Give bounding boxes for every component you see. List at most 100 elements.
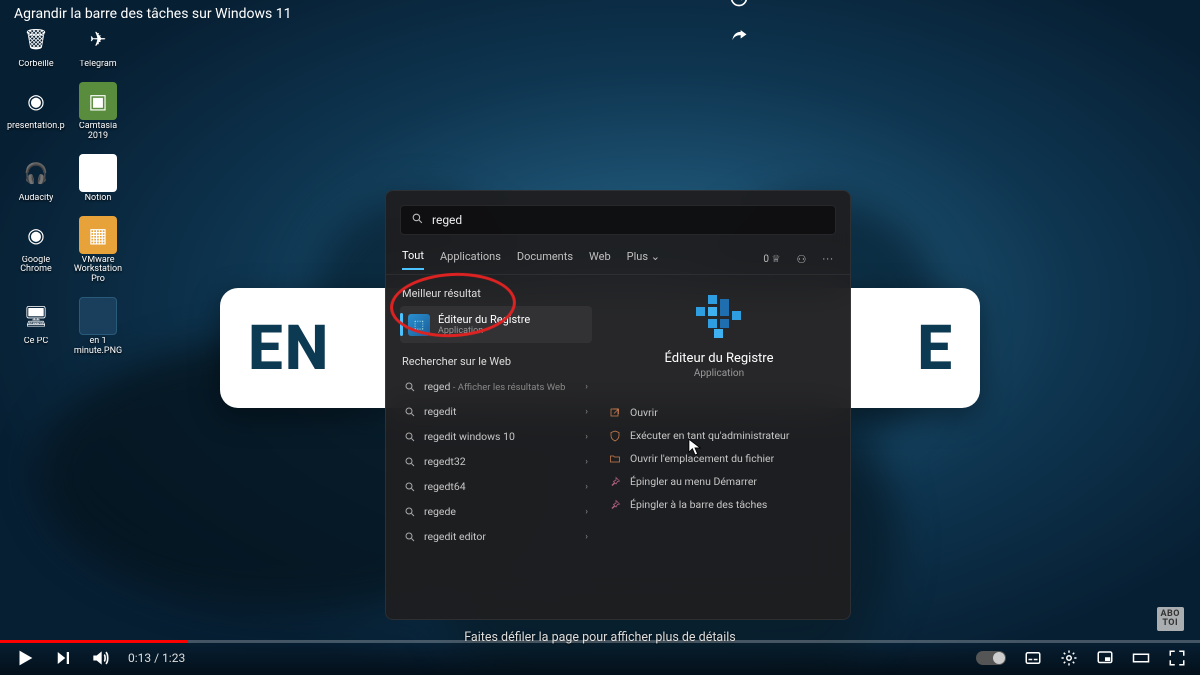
- chevron-right-icon: ›: [585, 507, 588, 517]
- search-icon: [404, 431, 416, 443]
- search-icon: [404, 381, 416, 393]
- watch-later-icon[interactable]: [729, 0, 749, 8]
- desktop-icon[interactable]: ◉Google Chrome: [6, 216, 66, 286]
- desktop-icon[interactable]: ◉presentation.pdf: [6, 82, 66, 142]
- best-result-item[interactable]: ⬚ Éditeur du Registre Application: [400, 306, 592, 343]
- result-detail-pane: Éditeur du Registre Application Ouvrir Ex…: [602, 285, 836, 601]
- banner-right-text: E: [917, 312, 952, 385]
- detail-app-name: Éditeur du Registre: [665, 351, 774, 366]
- web-result-row[interactable]: regede ›: [400, 499, 592, 524]
- subtitles-button[interactable]: [1024, 649, 1042, 667]
- open-icon: [608, 406, 621, 419]
- web-result-text: regedit windows 10: [424, 430, 577, 443]
- web-result-row[interactable]: regedit ›: [400, 399, 592, 424]
- search-icon: [411, 212, 424, 228]
- search-icon: [404, 506, 416, 518]
- app-icon: N: [79, 154, 117, 192]
- tab-web[interactable]: Web: [589, 250, 611, 269]
- web-result-text: reged - Afficher les résultats Web: [424, 380, 577, 393]
- banner-left-text: EN: [248, 312, 330, 385]
- desktop-icon[interactable]: en 1 minute.PNG: [68, 297, 128, 357]
- tab-applications[interactable]: Applications: [440, 250, 501, 269]
- web-result-row[interactable]: regedt32 ›: [400, 449, 592, 474]
- shield-icon: [608, 429, 621, 442]
- pin-icon: [608, 498, 621, 511]
- volume-button[interactable]: [90, 648, 110, 668]
- chevron-right-icon: ›: [585, 407, 588, 417]
- registry-editor-icon: ⬚: [408, 314, 430, 336]
- chevron-right-icon: ›: [585, 432, 588, 442]
- tab-tout[interactable]: Tout: [402, 249, 424, 270]
- settings-button[interactable]: [1060, 649, 1078, 667]
- web-results-header: Rechercher sur le Web: [402, 355, 592, 368]
- icon-label: en 1 minute.PNG: [69, 337, 127, 357]
- detail-action-row[interactable]: Exécuter en tant qu'administrateur: [606, 424, 836, 447]
- next-button[interactable]: [54, 649, 72, 667]
- app-icon: 🖥: [17, 297, 55, 335]
- detail-app-type: Application: [694, 368, 744, 379]
- start-search-panel: Tout Applications Documents Web Plus ⌄ 0…: [385, 190, 851, 620]
- pin-icon: [608, 475, 621, 488]
- search-tabs: Tout Applications Documents Web Plus ⌄ 0…: [386, 245, 850, 275]
- fullscreen-button[interactable]: [1168, 649, 1186, 667]
- app-icon: ▣: [79, 82, 117, 120]
- action-label: Ouvrir l'emplacement du fichier: [630, 452, 774, 465]
- desktop-icon[interactable]: 🎧 Audacity: [6, 154, 66, 204]
- miniplayer-button[interactable]: [1096, 649, 1114, 667]
- share-icon[interactable]: [729, 26, 749, 46]
- account-icon[interactable]: ⚇: [797, 253, 807, 266]
- mouse-cursor-icon: [688, 438, 702, 460]
- search-box[interactable]: [400, 205, 836, 235]
- video-title: Agrandir la barre des tâches sur Windows…: [14, 6, 291, 22]
- web-result-row[interactable]: regedit windows 10 ›: [400, 424, 592, 449]
- best-result-header: Meilleur résultat: [402, 287, 592, 300]
- tab-documents[interactable]: Documents: [517, 250, 573, 269]
- action-label: Épingler au menu Démarrer: [630, 475, 757, 488]
- desktop-icon[interactable]: 🖥 Ce PC: [6, 297, 66, 357]
- web-result-text: regedit: [424, 405, 577, 418]
- icon-label: VMware Workstation Pro: [69, 256, 127, 286]
- results-left-column: Meilleur résultat ⬚ Éditeur du Registre …: [400, 285, 592, 601]
- detail-action-row[interactable]: Épingler à la barre des tâches: [606, 493, 836, 516]
- desktop-icon[interactable]: ▦VMware Workstation Pro: [68, 216, 128, 286]
- rewards-icon[interactable]: 0 ♕: [763, 254, 780, 265]
- channel-watermark[interactable]: ABOTOI: [1157, 607, 1185, 631]
- icon-label: Google Chrome: [7, 256, 65, 276]
- icon-label: presentation.pdf: [7, 122, 65, 132]
- chevron-right-icon: ›: [585, 457, 588, 467]
- theater-button[interactable]: [1132, 649, 1150, 667]
- web-result-row[interactable]: regedit editor ›: [400, 524, 592, 549]
- autoplay-toggle[interactable]: [976, 651, 1006, 665]
- best-result-subtitle: Application: [438, 326, 530, 336]
- player-controls: 0:13 / 1:23: [0, 641, 1200, 675]
- best-result-title: Éditeur du Registre: [438, 313, 530, 326]
- web-result-row[interactable]: regedt64 ›: [400, 474, 592, 499]
- action-label: Exécuter en tant qu'administrateur: [630, 429, 789, 442]
- web-result-text: regedt32: [424, 455, 577, 468]
- icon-label: Ce PC: [24, 337, 48, 347]
- desktop-icons-grid: 🗑Corbeille✈Telegram◉presentation.pdf▣Cam…: [6, 20, 128, 357]
- chevron-right-icon: ›: [585, 532, 588, 542]
- icon-label: Audacity: [19, 194, 54, 204]
- icon-label: Notion: [85, 194, 112, 204]
- chevron-right-icon: ›: [585, 382, 588, 392]
- detail-action-row[interactable]: Ouvrir l'emplacement du fichier: [606, 447, 836, 470]
- search-input[interactable]: [432, 213, 825, 227]
- web-result-text: regede: [424, 505, 577, 518]
- icon-label: Camtasia 2019: [69, 122, 127, 142]
- web-result-row[interactable]: reged - Afficher les résultats Web ›: [400, 374, 592, 399]
- chevron-down-icon: ⌄: [651, 250, 660, 263]
- video-titlebar: Agrandir la barre des tâches sur Windows…: [0, 0, 1200, 28]
- folder-icon: [608, 452, 621, 465]
- tab-plus[interactable]: Plus ⌄: [627, 250, 660, 269]
- detail-action-row[interactable]: Épingler au menu Démarrer: [606, 470, 836, 493]
- detail-action-row[interactable]: Ouvrir: [606, 401, 836, 424]
- desktop-icon[interactable]: N Notion: [68, 154, 128, 204]
- app-icon: 🎧: [17, 154, 55, 192]
- desktop-icon[interactable]: ▣Camtasia 2019: [68, 82, 128, 142]
- app-icon: ▦: [79, 216, 117, 254]
- play-button[interactable]: [14, 647, 36, 669]
- action-label: Ouvrir: [630, 406, 658, 419]
- more-icon[interactable]: ···: [822, 253, 834, 266]
- action-label: Épingler à la barre des tâches: [630, 498, 767, 511]
